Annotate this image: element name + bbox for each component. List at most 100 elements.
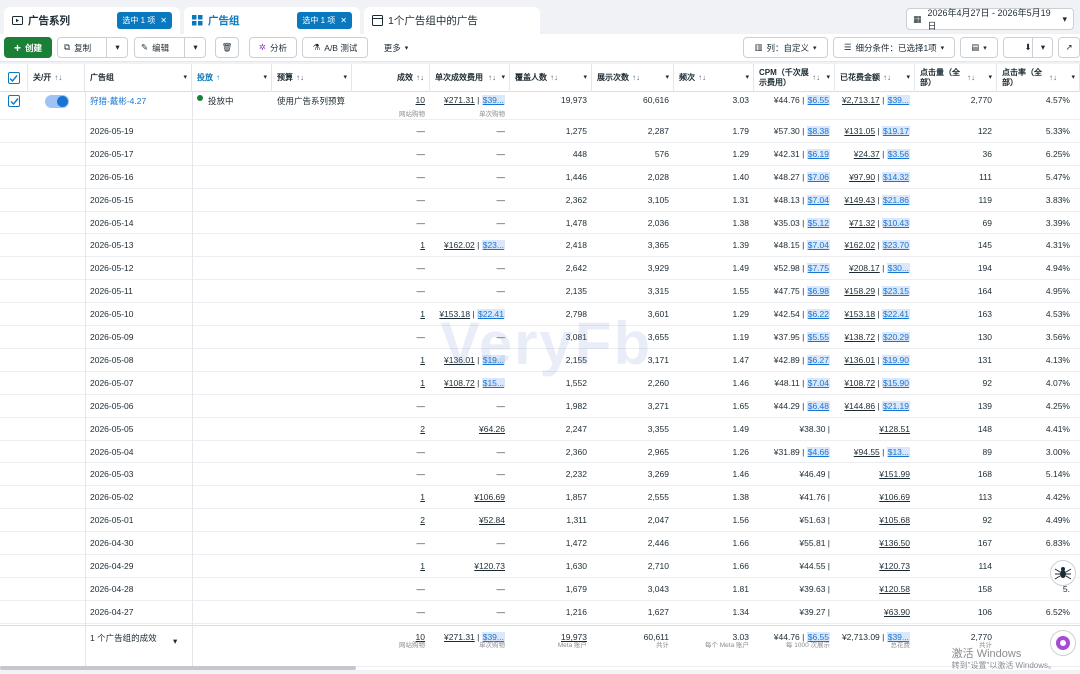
date-range-picker[interactable]: ▦ 2026年4月27日 - 2026年5月19日 ▾ bbox=[906, 8, 1074, 31]
results-cell[interactable]: 1 bbox=[352, 372, 430, 394]
results-cell[interactable]: — bbox=[352, 532, 430, 554]
clear-selection-icon[interactable]: ✕ bbox=[340, 16, 347, 25]
edit-button[interactable]: ✎ 编辑 ▾ bbox=[134, 37, 206, 58]
cost-cell[interactable]: — bbox=[430, 120, 510, 142]
tab-adsets[interactable]: 广告组 选中 1 项 ✕ bbox=[184, 7, 360, 34]
spend-cell[interactable]: ¥136.01 | $19.90 bbox=[835, 349, 915, 371]
table-row[interactable]: 2026-05-06 — — 1,982 3,271 1.65 ¥44.29 | $6.48… bbox=[0, 395, 1080, 418]
header-clicks[interactable]: 点击量（全部） ↑↓ ▾ bbox=[915, 64, 997, 92]
results-cell[interactable]: — bbox=[352, 120, 430, 142]
cost-cell[interactable]: — bbox=[430, 395, 510, 417]
header-impressions[interactable]: 展示次数 ↑↓ ▾ bbox=[592, 64, 674, 92]
spend-cell[interactable]: ¥105.68 bbox=[835, 509, 915, 531]
totals-label[interactable]: 1 个广告组的成效 ▾ bbox=[85, 626, 192, 666]
cost-cell[interactable]: — bbox=[430, 212, 510, 234]
table-row[interactable]: 2026-04-27 — — 1,216 1,627 1.34 ¥39.27 | ¥63.90… bbox=[0, 601, 1080, 624]
table-row[interactable]: 2026-05-05 2 ¥64.26 2,247 3,355 1.49 ¥38.30 | ¥… bbox=[0, 418, 1080, 441]
table-row[interactable]: 2026-05-01 2 ¥52.84 1,311 2,047 1.56 ¥51.63 | ¥… bbox=[0, 509, 1080, 533]
delete-button[interactable]: 🗑 bbox=[215, 37, 239, 58]
header-results[interactable]: 成效 ↑↓ bbox=[352, 64, 430, 92]
spend-cell[interactable]: ¥151.99 bbox=[835, 464, 915, 486]
adsets-selection-badge[interactable]: 选中 1 项 ✕ bbox=[297, 12, 352, 29]
charts-button[interactable]: ↗ bbox=[1058, 37, 1080, 58]
cost-cell[interactable]: ¥162.02 | $23... bbox=[430, 235, 510, 257]
header-budget[interactable]: 预算 ↑↓ ▾ bbox=[272, 64, 352, 92]
tab-ads[interactable]: 1个广告组中的广告 bbox=[364, 7, 540, 34]
cost-cell[interactable]: ¥136.01 | $19... bbox=[430, 349, 510, 371]
spend-cell[interactable]: ¥106.69 bbox=[835, 486, 915, 508]
spend-cell[interactable]: ¥24.37 | $3.56 bbox=[835, 143, 915, 165]
header-ctr[interactable]: 点击率（全部） ↑↓ ▾ bbox=[997, 64, 1080, 92]
cost-cell[interactable]: ¥153.18 | $22.41 bbox=[430, 303, 510, 325]
export-button[interactable]: ⬇ ▾ bbox=[1003, 37, 1053, 58]
header-reach[interactable]: 覆盖人数 ↑↓ ▾ bbox=[510, 64, 592, 92]
table-row[interactable]: 2026-05-19 — — 1,275 2,287 1.79 ¥57.30 | $8.38… bbox=[0, 120, 1080, 143]
spend-cell[interactable]: ¥131.05 | $19.17 bbox=[835, 120, 915, 142]
results-cell[interactable]: — bbox=[352, 189, 430, 211]
results-cell[interactable]: — bbox=[352, 464, 430, 486]
results-cell[interactable]: — bbox=[352, 280, 430, 302]
edit-dropdown-icon[interactable]: ▾ bbox=[184, 38, 206, 57]
select-all-checkbox[interactable] bbox=[0, 64, 28, 92]
table-row[interactable]: 2026-05-12 — — 2,642 3,929 1.49 ¥52.98 | $7.75… bbox=[0, 257, 1080, 281]
results-cell[interactable]: 1 bbox=[352, 235, 430, 257]
more-button[interactable]: 更多 ▾ bbox=[376, 37, 416, 58]
results-cell[interactable]: 1 bbox=[352, 486, 430, 508]
table-row[interactable]: 2026-04-29 1 ¥120.73 1,630 2,710 1.66 ¥44.55 |… bbox=[0, 555, 1080, 578]
table-row[interactable]: 2026-05-13 1 ¥162.02 | $23... 2,418 3,365 1.3… bbox=[0, 235, 1080, 258]
table-row[interactable]: 2026-04-28 — — 1,679 3,043 1.81 ¥39.63 | ¥120.5… bbox=[0, 578, 1080, 601]
totals-cost[interactable]: ¥271.31 | $39... 单次购物 bbox=[430, 626, 510, 666]
header-cpm[interactable]: CPM（千次展示费用） ↑↓ ▾ bbox=[754, 64, 835, 92]
table-row[interactable]: 2026-05-09 — — 3,081 3,655 1.19 ¥37.95 | $5.55… bbox=[0, 326, 1080, 349]
results-cell[interactable]: 1 bbox=[352, 555, 430, 577]
results-cell[interactable]: 10 网站购物 bbox=[352, 92, 430, 119]
cost-cell[interactable]: ¥120.73 bbox=[430, 555, 510, 577]
row-checkbox[interactable] bbox=[0, 92, 28, 119]
table-row[interactable]: 2026-05-15 — — 2,362 3,105 1.31 ¥48.13 | $7.04… bbox=[0, 189, 1080, 212]
cost-cell[interactable]: — bbox=[430, 143, 510, 165]
spend-cell[interactable]: ¥63.90 bbox=[835, 601, 915, 623]
table-row[interactable]: 2026-05-02 1 ¥106.69 1,857 2,555 1.38 ¥41.76 |… bbox=[0, 486, 1080, 510]
spend-cell[interactable]: ¥120.58 bbox=[835, 578, 915, 600]
copy-dropdown-icon[interactable]: ▾ bbox=[106, 38, 128, 57]
table-row[interactable]: 2026-04-30 — — 1,472 2,446 1.66 ¥55.81 | ¥136.5… bbox=[0, 532, 1080, 556]
create-button[interactable]: + 创建 bbox=[4, 37, 52, 58]
tab-campaigns[interactable]: 广告系列 选中 1 项 ✕ bbox=[4, 7, 180, 34]
cost-cell[interactable]: — bbox=[430, 532, 510, 554]
horizontal-scrollbar[interactable] bbox=[0, 666, 356, 670]
table-row[interactable]: 2026-05-17 — — 448 576 1.29 ¥42.31 | $6.19 ¥24.… bbox=[0, 143, 1080, 166]
cost-cell[interactable]: ¥52.84 bbox=[430, 509, 510, 531]
spend-cell[interactable]: ¥120.73 bbox=[835, 555, 915, 577]
cost-cell[interactable]: ¥106.69 bbox=[430, 486, 510, 508]
results-cell[interactable]: — bbox=[352, 395, 430, 417]
results-cell[interactable]: 2 bbox=[352, 418, 430, 440]
clear-selection-icon[interactable]: ✕ bbox=[160, 16, 167, 25]
results-cell[interactable]: — bbox=[352, 601, 430, 623]
cost-cell[interactable]: — bbox=[430, 464, 510, 486]
chevron-down-icon[interactable]: ▾ bbox=[173, 636, 177, 647]
spend-cell[interactable]: ¥2,713.17 | $39... bbox=[835, 92, 915, 119]
spend-cell[interactable]: ¥97.90 | $14.32 bbox=[835, 166, 915, 188]
cost-cell[interactable]: — bbox=[430, 280, 510, 302]
table-row[interactable]: 2026-05-04 — — 2,360 2,965 1.26 ¥31.89 | $4.66… bbox=[0, 441, 1080, 464]
spend-cell[interactable]: ¥94.55 | $13... bbox=[835, 441, 915, 463]
spider-icon[interactable] bbox=[1050, 560, 1076, 586]
spend-cell[interactable]: ¥149.43 | $21.86 bbox=[835, 189, 915, 211]
results-cell[interactable]: — bbox=[352, 578, 430, 600]
table-row[interactable]: 2026-05-07 1 ¥108.72 | $15... 1,552 2,260 1.4… bbox=[0, 372, 1080, 395]
campaigns-selection-badge[interactable]: 选中 1 项 ✕ bbox=[117, 12, 172, 29]
spend-cell[interactable]: ¥153.18 | $22.41 bbox=[835, 303, 915, 325]
export-dropdown-icon[interactable]: ▾ bbox=[1032, 38, 1053, 57]
spend-cell[interactable]: ¥162.02 | $23.70 bbox=[835, 235, 915, 257]
copy-button[interactable]: ⧉ 复制 ▾ bbox=[57, 37, 128, 58]
results-cell[interactable]: — bbox=[352, 441, 430, 463]
spend-cell[interactable]: ¥108.72 | $15.90 bbox=[835, 372, 915, 394]
adset-name-link[interactable]: 狩猎-戴彬-4.27 bbox=[85, 92, 192, 119]
cost-cell[interactable]: — bbox=[430, 189, 510, 211]
cost-cell[interactable]: ¥271.31 | $39... 单次购物 bbox=[430, 92, 510, 119]
cost-cell[interactable]: — bbox=[430, 578, 510, 600]
results-cell[interactable]: 1 bbox=[352, 303, 430, 325]
cost-cell[interactable]: — bbox=[430, 441, 510, 463]
header-cost-per-result[interactable]: 单次成效费用 ↑↓ ▾ bbox=[430, 64, 510, 92]
spend-cell[interactable]: ¥136.50 bbox=[835, 532, 915, 554]
